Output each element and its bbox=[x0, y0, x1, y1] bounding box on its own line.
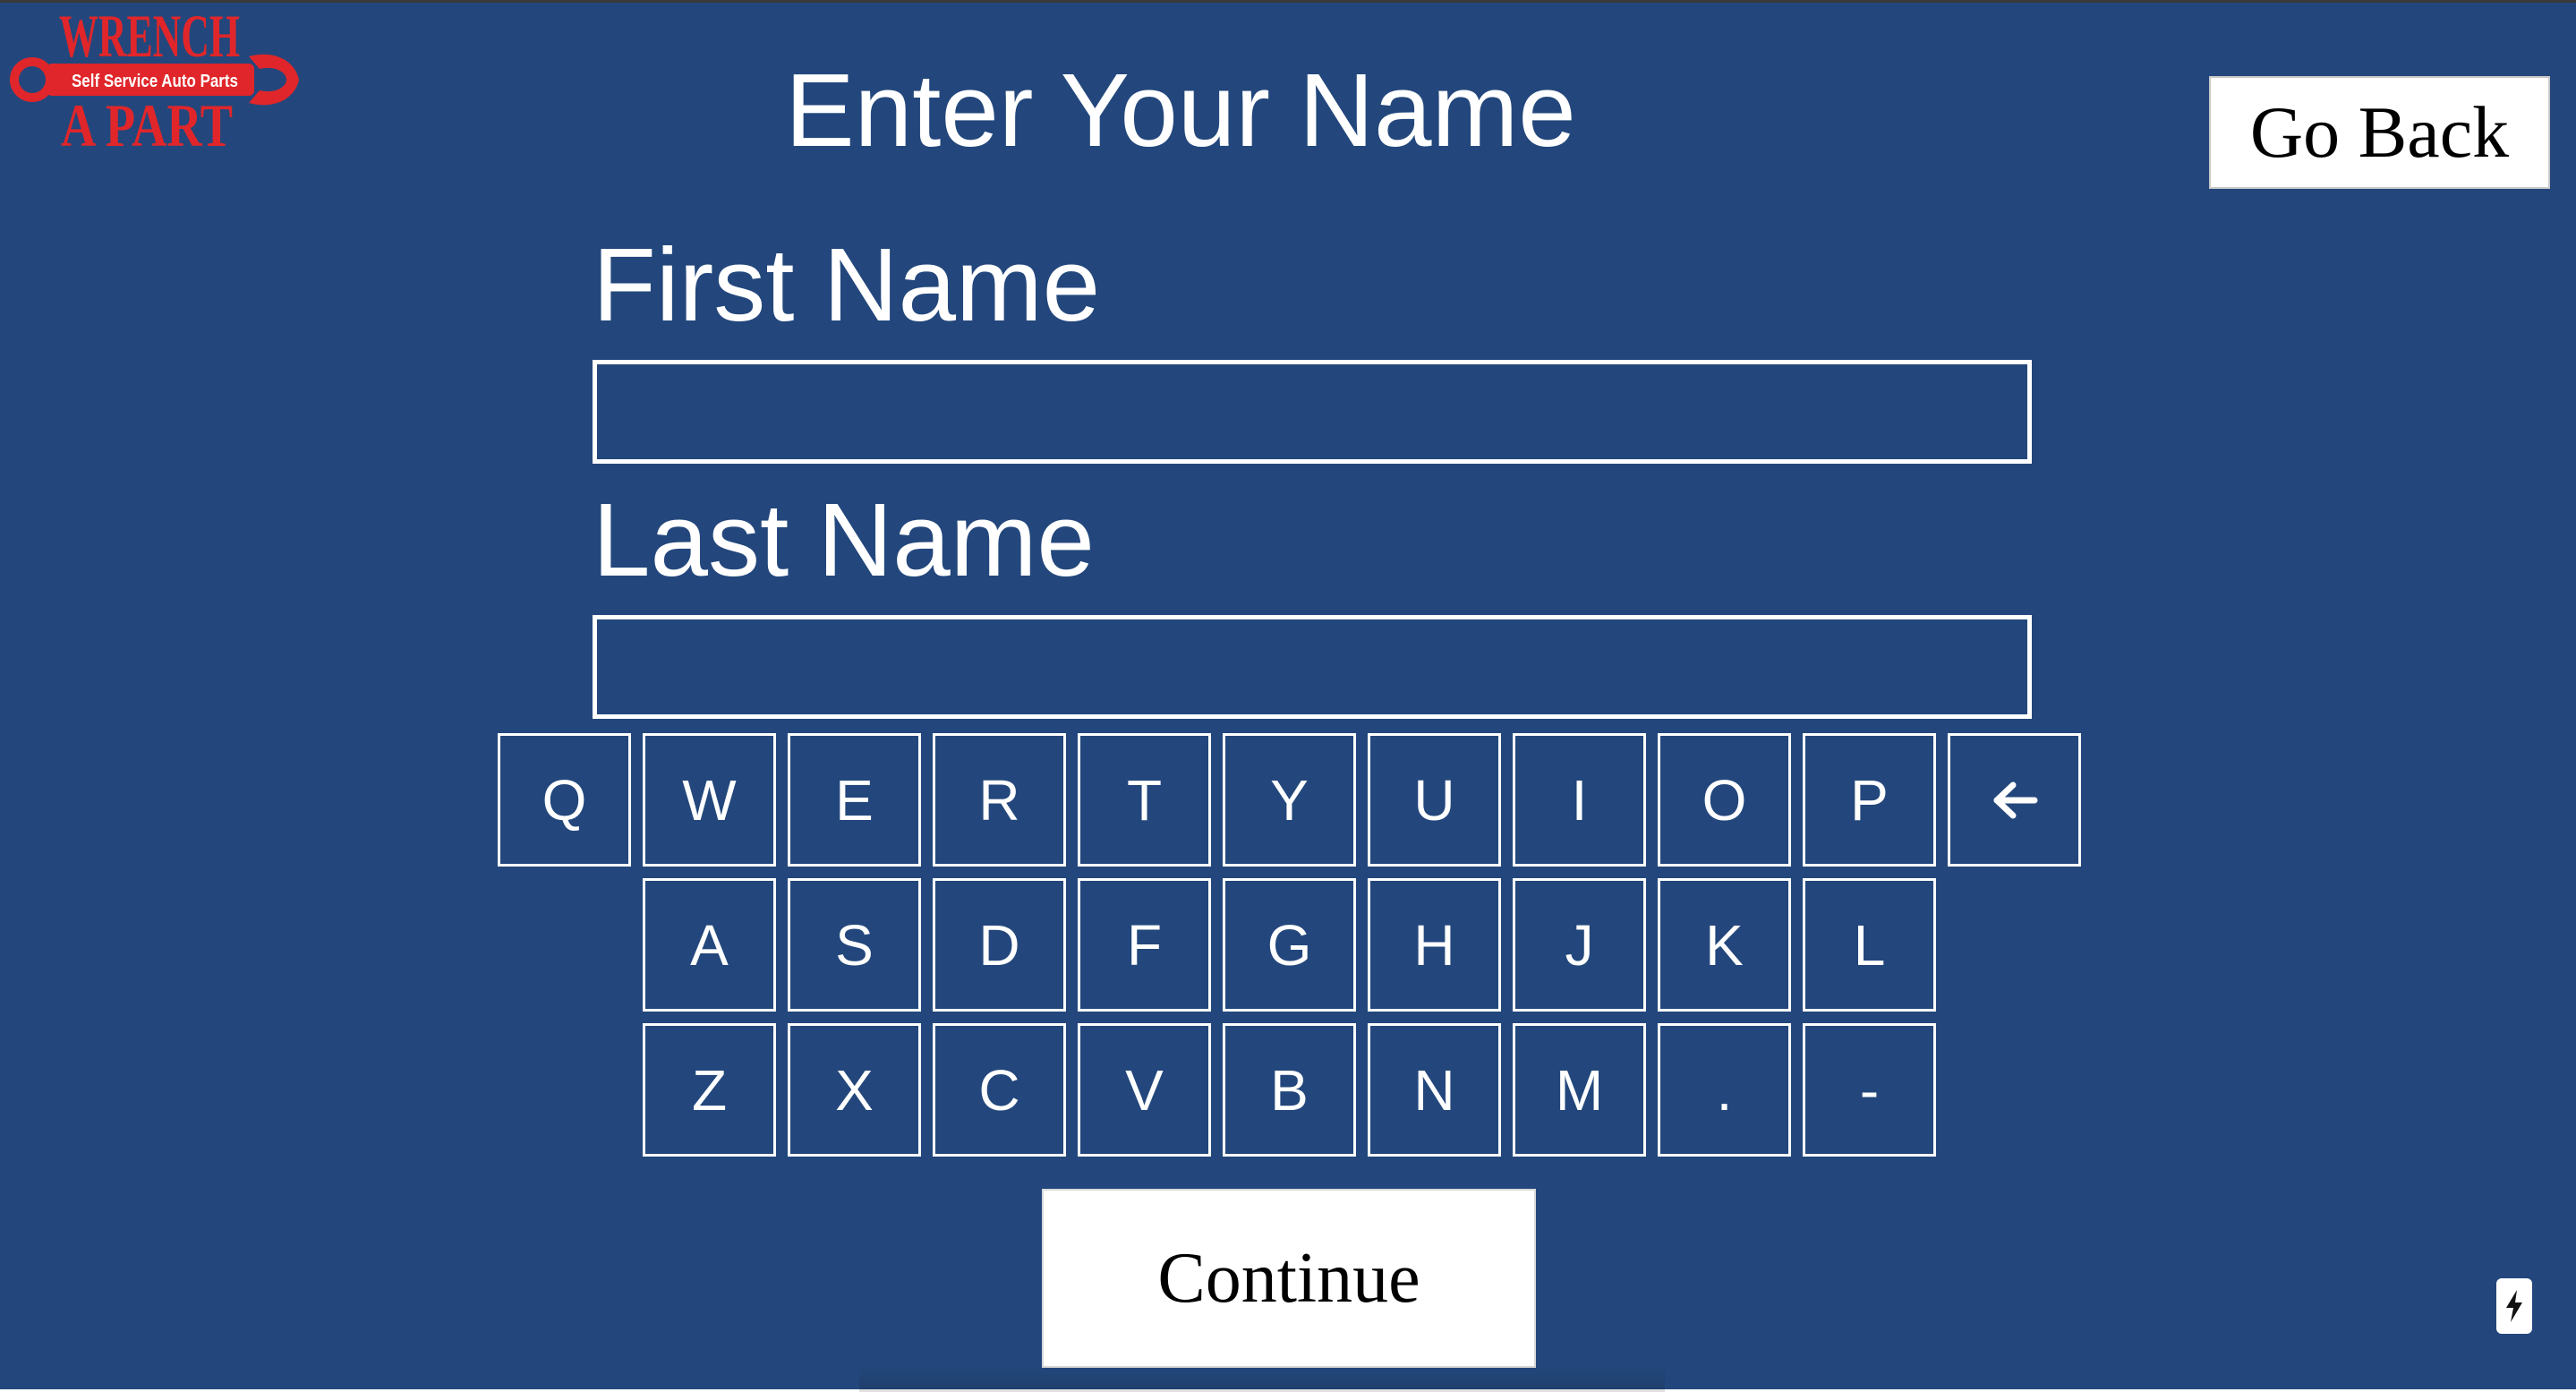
key-v[interactable]: V bbox=[1078, 1023, 1211, 1157]
keyboard-row-2: A S D F G H J K L bbox=[643, 878, 1936, 1012]
lightning-bolt-icon bbox=[2506, 1290, 2522, 1322]
key-z[interactable]: Z bbox=[643, 1023, 776, 1157]
last-name-field[interactable] bbox=[593, 615, 2032, 719]
key-g[interactable]: G bbox=[1223, 878, 1356, 1012]
key-o[interactable]: O bbox=[1658, 733, 1791, 867]
keyboard-row-1: Q W E R T Y U I O P bbox=[498, 733, 2081, 867]
key-r[interactable]: R bbox=[933, 733, 1066, 867]
name-entry-screen: WRENCH Self Service Auto Parts A PART En… bbox=[0, 0, 2576, 1392]
key-h[interactable]: H bbox=[1368, 878, 1501, 1012]
key-i[interactable]: I bbox=[1513, 733, 1646, 867]
key-q[interactable]: Q bbox=[498, 733, 631, 867]
key-b[interactable]: B bbox=[1223, 1023, 1356, 1157]
page-title: Enter Your Name bbox=[785, 52, 1576, 168]
key-s[interactable]: S bbox=[788, 878, 921, 1012]
key-l[interactable]: L bbox=[1803, 878, 1936, 1012]
first-name-field[interactable] bbox=[593, 360, 2032, 464]
key-period[interactable]: . bbox=[1658, 1023, 1791, 1157]
backspace-key[interactable] bbox=[1948, 733, 2081, 867]
backspace-arrow-icon bbox=[1993, 781, 2037, 818]
first-name-label: First Name bbox=[593, 226, 1101, 343]
continue-button[interactable]: Continue bbox=[1042, 1189, 1536, 1368]
key-m[interactable]: M bbox=[1513, 1023, 1646, 1157]
key-p[interactable]: P bbox=[1803, 733, 1936, 867]
bottom-shadow bbox=[859, 1363, 1665, 1392]
key-x[interactable]: X bbox=[788, 1023, 921, 1157]
key-t[interactable]: T bbox=[1078, 733, 1211, 867]
key-a[interactable]: A bbox=[643, 878, 776, 1012]
last-name-label: Last Name bbox=[593, 482, 1095, 598]
key-e[interactable]: E bbox=[788, 733, 921, 867]
key-j[interactable]: J bbox=[1513, 878, 1646, 1012]
key-y[interactable]: Y bbox=[1223, 733, 1356, 867]
key-k[interactable]: K bbox=[1658, 878, 1791, 1012]
lightning-badge[interactable] bbox=[2496, 1278, 2532, 1334]
key-w[interactable]: W bbox=[643, 733, 776, 867]
go-back-button[interactable]: Go Back bbox=[2209, 76, 2550, 189]
key-hyphen[interactable]: - bbox=[1803, 1023, 1936, 1157]
key-u[interactable]: U bbox=[1368, 733, 1501, 867]
key-c[interactable]: C bbox=[933, 1023, 1066, 1157]
keyboard-row-3: Z X C V B N M . - bbox=[643, 1023, 1936, 1157]
key-d[interactable]: D bbox=[933, 878, 1066, 1012]
key-f[interactable]: F bbox=[1078, 878, 1211, 1012]
key-n[interactable]: N bbox=[1368, 1023, 1501, 1157]
